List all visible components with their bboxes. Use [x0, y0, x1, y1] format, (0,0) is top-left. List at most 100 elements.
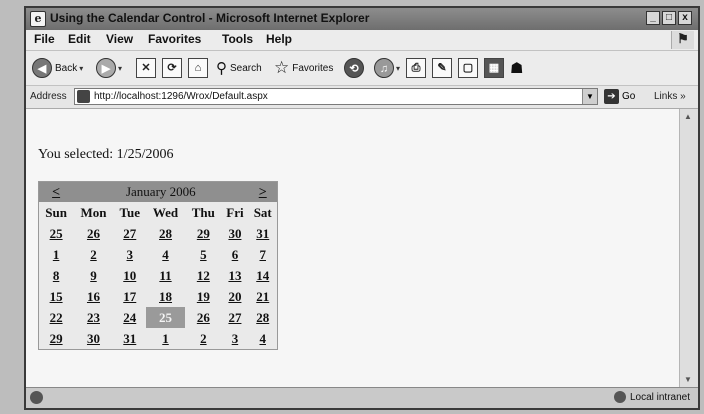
prev-month-link[interactable]: <	[39, 182, 74, 203]
search-label: Search	[230, 62, 262, 74]
favorites-label: Favorites	[292, 62, 334, 74]
back-button[interactable]: ◀ Back ▾	[32, 56, 83, 80]
address-dropdown-icon[interactable]: ▼	[582, 89, 597, 104]
calendar-day[interactable]: 29	[185, 223, 221, 244]
vertical-scrollbar[interactable]: ▲ ▼	[679, 109, 698, 388]
menu-file[interactable]: File	[34, 32, 55, 46]
calendar-day[interactable]: 14	[248, 265, 277, 286]
calendar-day[interactable]: 17	[114, 286, 146, 307]
next-month-link[interactable]: >	[248, 182, 277, 203]
links-button[interactable]: Links »	[654, 91, 686, 102]
scroll-down-icon[interactable]: ▼	[682, 374, 694, 386]
menu-help[interactable]: Help	[266, 32, 292, 46]
calendar-day[interactable]: 31	[248, 223, 277, 244]
calendar-day[interactable]: 25	[39, 223, 74, 244]
calendar-day[interactable]: 27	[114, 223, 146, 244]
security-zone: Local intranet	[613, 391, 690, 403]
page-icon	[77, 90, 90, 103]
calendar-day[interactable]: 21	[248, 286, 277, 307]
favorites-button[interactable]: ☆ Favorites	[274, 56, 333, 80]
discuss-button[interactable]: ▢	[458, 56, 478, 80]
calendar-day-selected[interactable]: 25	[145, 307, 186, 328]
calendar-day[interactable]: 22	[39, 307, 74, 328]
weekday-header: Wed	[145, 202, 186, 223]
research-icon: ▦	[484, 58, 504, 78]
maximize-button[interactable]: □	[662, 11, 676, 25]
edit-page-icon: ✎	[432, 58, 452, 78]
calendar-day[interactable]: 9	[73, 265, 114, 286]
calendar-day[interactable]: 20	[221, 286, 248, 307]
calendar-day[interactable]: 4	[146, 244, 186, 265]
calendar-day[interactable]: 30	[73, 328, 114, 350]
title-bar: e Using the Calendar Control - Microsoft…	[26, 8, 698, 31]
calendar-day[interactable]: 13	[221, 265, 248, 286]
messenger-button[interactable]: ☗	[510, 56, 523, 80]
calendar-day[interactable]: 2	[73, 244, 114, 265]
calendar-day[interactable]: 27	[221, 307, 248, 328]
history-icon: ⟲	[344, 58, 364, 78]
calendar-day[interactable]: 2	[185, 328, 221, 350]
calendar-day[interactable]: 3	[114, 244, 146, 265]
menu-tools[interactable]: Tools	[222, 32, 253, 46]
go-arrow-icon: ➔	[604, 89, 619, 104]
calendar-day[interactable]: 16	[73, 286, 114, 307]
calendar-day[interactable]: 19	[185, 286, 221, 307]
calendar-day[interactable]: 31	[114, 328, 146, 350]
menu-favorites[interactable]: Favorites	[148, 32, 201, 46]
research-button[interactable]: ▦	[484, 56, 504, 80]
prev-month-label: <	[52, 184, 61, 200]
weekday-header: Mon	[73, 202, 114, 223]
calendar-day[interactable]: 8	[39, 265, 74, 286]
calendar-day[interactable]: 24	[114, 307, 146, 328]
printer-icon: ⎙	[406, 58, 426, 78]
window-title: Using the Calendar Control - Microsoft I…	[50, 11, 370, 25]
calendar-day[interactable]: 30	[221, 223, 248, 244]
weekday-header: Sat	[248, 202, 278, 223]
search-button[interactable]: ⚲ Search	[216, 56, 262, 80]
refresh-button[interactable]: ⟳	[162, 56, 182, 80]
calendar-day[interactable]: 3	[221, 328, 248, 350]
media-icon: ♫	[374, 58, 394, 78]
calendar-day[interactable]: 23	[73, 307, 114, 328]
address-input[interactable]: http://localhost:1296/Wrox/Default.aspx …	[74, 88, 598, 105]
forward-button[interactable]: ▶ ▾	[96, 56, 122, 80]
favorites-star-icon: ☆	[274, 58, 290, 77]
calendar-day[interactable]: 7	[248, 244, 277, 265]
edit-button[interactable]: ✎	[432, 56, 452, 80]
calendar-day[interactable]: 10	[114, 265, 146, 286]
calendar-day[interactable]: 5	[185, 244, 221, 265]
calendar-control: < January 2006 > Sun Mon Tue Wed Thu Fri…	[38, 181, 278, 350]
chevron-right-icon: »	[680, 91, 686, 102]
go-button[interactable]: ➔ Go	[604, 89, 635, 104]
calendar-day[interactable]: 28	[146, 223, 186, 244]
calendar-day[interactable]: 26	[185, 307, 221, 328]
calendar-day[interactable]: 29	[39, 328, 74, 350]
weekday-header: Thu	[185, 202, 222, 223]
weekday-header: Tue	[113, 202, 146, 223]
menu-view[interactable]: View	[106, 32, 133, 46]
calendar-day[interactable]: 4	[248, 328, 277, 350]
menu-edit[interactable]: Edit	[68, 32, 91, 46]
calendar-day[interactable]: 26	[73, 223, 114, 244]
media-dropdown-icon: ▾	[396, 63, 401, 73]
calendar-day[interactable]: 1	[146, 328, 186, 350]
history-button[interactable]: ⟲	[344, 56, 364, 80]
calendar-day[interactable]: 6	[221, 244, 248, 265]
minimize-button[interactable]: _	[646, 11, 660, 25]
media-button[interactable]: ♫ ▾	[374, 56, 400, 80]
calendar-day[interactable]: 28	[248, 307, 277, 328]
calendar-day[interactable]: 18	[146, 286, 186, 307]
page-status-icon	[30, 391, 43, 404]
ie-page-icon: e	[30, 11, 46, 27]
calendar-day[interactable]: 12	[185, 265, 221, 286]
calendar-day[interactable]: 15	[39, 286, 74, 307]
scroll-up-icon[interactable]: ▲	[682, 111, 694, 123]
close-button[interactable]: x	[678, 11, 692, 25]
print-button[interactable]: ⎙	[406, 56, 426, 80]
calendar-day[interactable]: 1	[39, 244, 74, 265]
intranet-icon	[613, 391, 626, 403]
calendar-day[interactable]: 11	[146, 265, 186, 286]
stop-button[interactable]: ✕	[136, 56, 156, 80]
home-button[interactable]: ⌂	[188, 56, 208, 80]
discuss-icon: ▢	[458, 58, 478, 78]
